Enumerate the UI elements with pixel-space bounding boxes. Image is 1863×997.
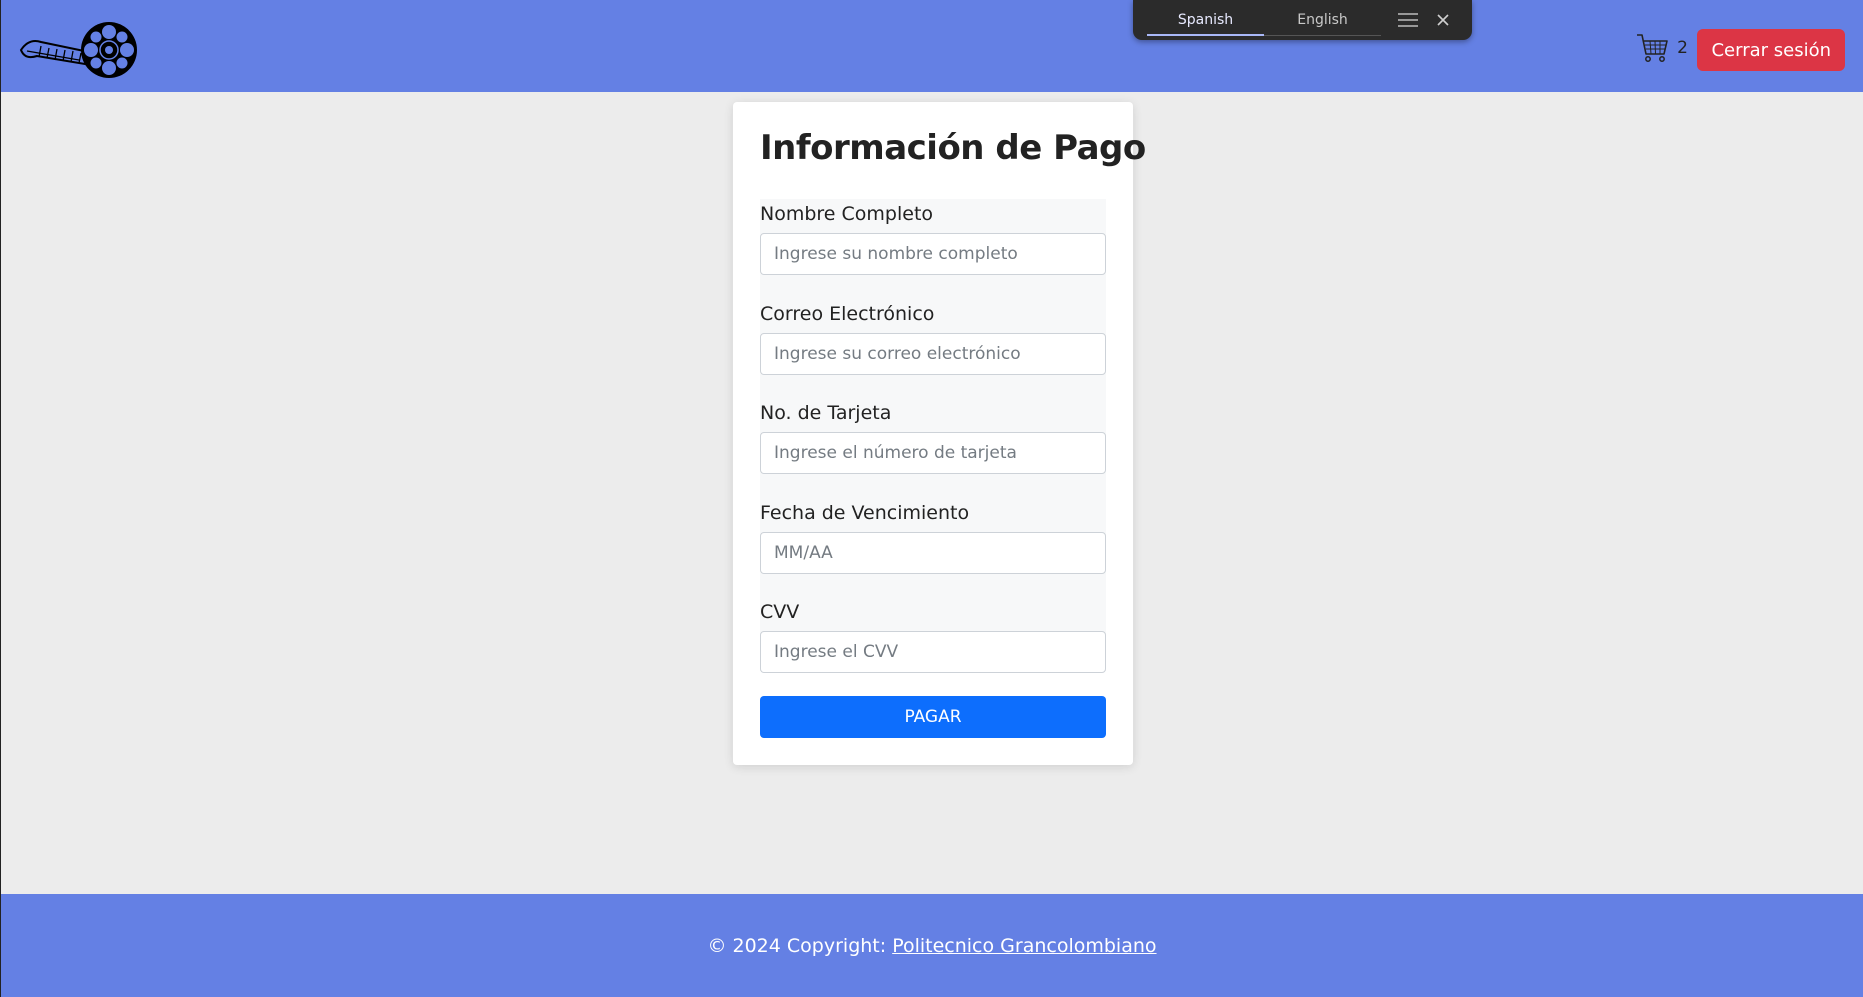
translate-menu-button[interactable] bbox=[1393, 5, 1423, 35]
full-name-group: Nombre Completo bbox=[760, 199, 1106, 275]
payment-card: Información de Pago Nombre Completo Corr… bbox=[733, 102, 1146, 765]
page: 2 Cerrar sesión Spanish English Informac… bbox=[0, 0, 1863, 997]
translate-tab-spanish[interactable]: Spanish bbox=[1147, 3, 1264, 37]
page-title: Información de Pago bbox=[760, 128, 1146, 168]
cart-button[interactable]: 2 bbox=[1635, 30, 1688, 66]
hamburger-menu-icon bbox=[1398, 13, 1418, 27]
full-name-input[interactable] bbox=[760, 233, 1106, 275]
translate-close-button[interactable] bbox=[1429, 5, 1457, 35]
footer-link-politecnico[interactable]: Politecnico Grancolombiano bbox=[892, 935, 1156, 957]
close-icon bbox=[1437, 14, 1449, 26]
email-group: Correo Electrónico bbox=[760, 299, 1106, 375]
footer-copyright: © 2024 Copyright: Politecnico Grancolomb… bbox=[707, 935, 1156, 957]
card-number-group: No. de Tarjeta bbox=[760, 398, 1106, 474]
email-label: Correo Electrónico bbox=[760, 303, 935, 325]
card-number-input[interactable] bbox=[760, 432, 1106, 474]
cvv-label: CVV bbox=[760, 601, 800, 623]
full-name-label: Nombre Completo bbox=[760, 203, 934, 225]
expiry-input[interactable] bbox=[760, 532, 1106, 574]
logout-button[interactable]: Cerrar sesión bbox=[1697, 29, 1845, 71]
translate-tab-english[interactable]: English bbox=[1264, 3, 1381, 37]
cart-count-badge: 2 bbox=[1677, 38, 1688, 58]
cvv-group: CVV bbox=[760, 597, 1106, 673]
expiry-label: Fecha de Vencimiento bbox=[760, 502, 970, 524]
shopping-cart-icon bbox=[1637, 34, 1668, 62]
card-number-label: No. de Tarjeta bbox=[760, 402, 892, 424]
payment-form: Nombre Completo Correo Electrónico No. d… bbox=[760, 199, 1106, 775]
header-bar: 2 Cerrar sesión bbox=[1, 0, 1863, 92]
expiry-group: Fecha de Vencimiento bbox=[760, 498, 1106, 574]
translate-popup: Spanish English bbox=[1133, 0, 1472, 40]
cvv-input[interactable] bbox=[760, 631, 1106, 673]
footer-bar: © 2024 Copyright: Politecnico Grancolomb… bbox=[1, 894, 1863, 997]
email-input[interactable] bbox=[760, 333, 1106, 375]
pay-button[interactable]: PAGAR bbox=[760, 696, 1106, 738]
film-reel-logo-icon[interactable] bbox=[19, 20, 139, 80]
copyright-text: © 2024 Copyright: bbox=[707, 934, 893, 957]
